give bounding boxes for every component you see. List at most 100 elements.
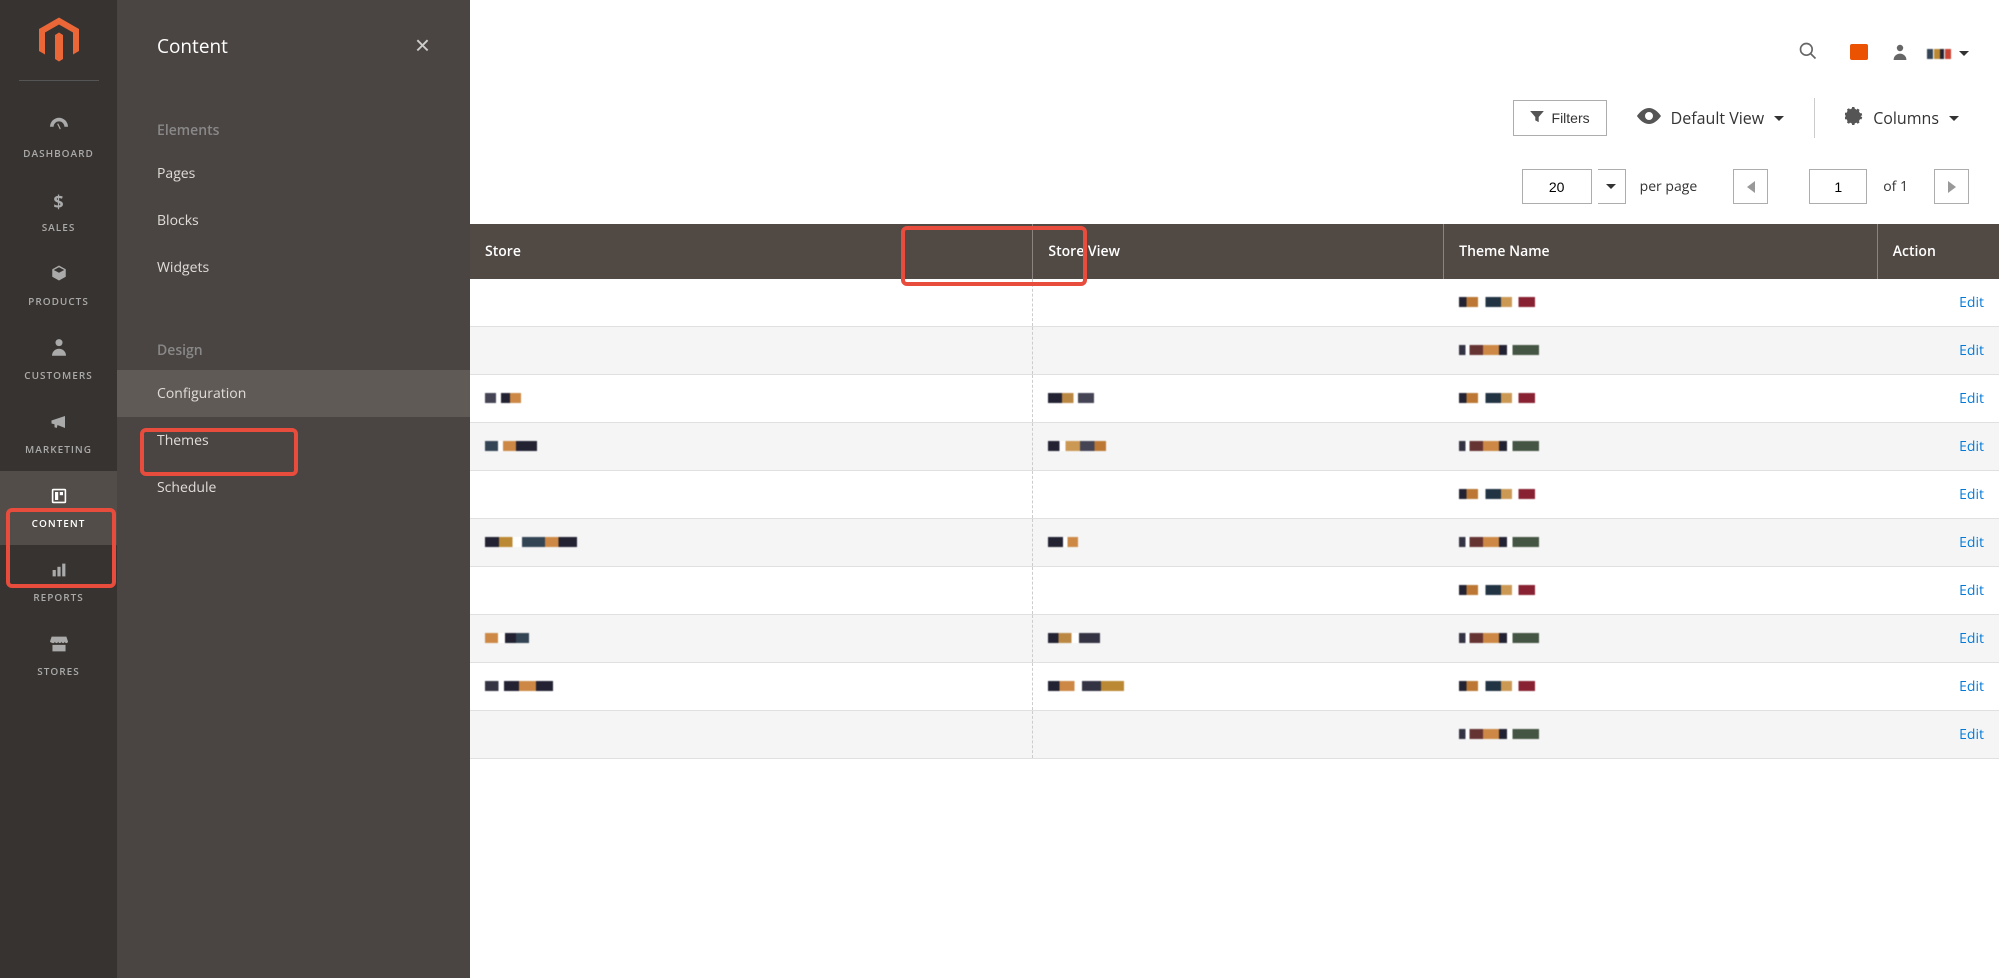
main-sidebar: DASHBOARD $ SALES PRODUCTS CUSTOMERS MAR… [0,0,117,978]
edit-link[interactable]: Edit [1959,581,1984,600]
cell-action: Edit [1877,711,1999,759]
edit-link[interactable]: Edit [1959,629,1984,648]
default-view-toggle[interactable]: Default View [1627,97,1795,139]
notification-badge[interactable] [1838,41,1873,67]
edit-link[interactable]: Edit [1959,725,1984,744]
col-action: Action [1877,224,1999,279]
cell-store [470,567,1033,615]
edit-link[interactable]: Edit [1959,485,1984,504]
cell-store [470,327,1033,375]
filters-label: Filters [1552,110,1590,126]
content-icon [51,486,67,510]
sidebar-label-marketing: MARKETING [25,442,92,456]
cell-action: Edit [1877,279,1999,327]
toolbar-separator [1814,98,1815,138]
table-row: Edit [470,471,1999,519]
sidebar-item-stores[interactable]: STORES [0,619,117,693]
reports-icon [51,560,67,584]
search-icon[interactable] [1798,40,1818,67]
edit-link[interactable]: Edit [1959,389,1984,408]
sidebar-item-content[interactable]: CONTENT [0,471,117,545]
cell-store-view [1033,519,1444,567]
submenu-link-pages[interactable]: Pages [117,150,470,197]
sidebar-item-reports[interactable]: REPORTS [0,545,117,619]
chevron-down-icon [1959,51,1969,56]
submenu-link-configuration[interactable]: Configuration [117,370,470,417]
header-tools [470,0,1999,87]
sidebar-divider [19,80,99,81]
submenu-section-elements: Elements [117,111,470,150]
submenu-link-themes[interactable]: Themes [117,417,470,464]
person-icon [52,338,66,362]
stores-icon [50,634,68,658]
col-theme-name[interactable]: Theme Name [1444,224,1878,279]
cell-action: Edit [1877,519,1999,567]
magento-logo[interactable] [34,15,84,65]
sidebar-label-stores: STORES [37,664,79,678]
cell-store [470,375,1033,423]
sidebar-item-products[interactable]: PRODUCTS [0,249,117,323]
edit-link[interactable]: Edit [1959,677,1984,696]
sidebar-item-marketing[interactable]: MARKETING [0,397,117,471]
next-page-button[interactable] [1934,169,1969,204]
table-row: Edit [470,327,1999,375]
cell-store [470,279,1033,327]
page-size-dropdown[interactable] [1598,169,1626,204]
edit-link[interactable]: Edit [1959,341,1984,360]
table-row: Edit [470,711,1999,759]
cell-theme-name [1444,327,1878,375]
cell-store-view [1033,567,1444,615]
sidebar-item-sales[interactable]: $ SALES [0,175,117,249]
close-submenu-button[interactable]: × [415,30,430,61]
table-row: Edit [470,567,1999,615]
sidebar-label-products: PRODUCTS [28,294,89,308]
table-row: Edit [470,375,1999,423]
pager: per page of 1 [470,149,1999,224]
submenu-link-blocks[interactable]: Blocks [117,197,470,244]
per-page-label: per page [1640,177,1698,196]
cell-action: Edit [1877,471,1999,519]
page-size-input[interactable] [1522,169,1592,204]
user-menu[interactable] [1927,49,1969,59]
edit-link[interactable]: Edit [1959,293,1984,312]
prev-page-button[interactable] [1733,169,1768,204]
sidebar-item-dashboard[interactable]: DASHBOARD [0,101,117,175]
cell-action: Edit [1877,423,1999,471]
filters-button[interactable]: Filters [1513,100,1607,136]
design-config-table: Store Store View Theme Name Action Edit E… [470,224,1999,759]
cell-store-view [1033,471,1444,519]
cell-theme-name [1444,615,1878,663]
table-row: Edit [470,279,1999,327]
cell-theme-name [1444,519,1878,567]
cell-store-view [1033,663,1444,711]
cell-theme-name [1444,423,1878,471]
default-view-label: Default View [1671,107,1765,129]
current-page-input[interactable] [1809,169,1867,204]
table-row: Edit [470,519,1999,567]
cell-store-view [1033,375,1444,423]
cell-store [470,519,1033,567]
col-store[interactable]: Store [470,224,1033,279]
gear-icon [1845,107,1863,130]
sidebar-item-customers[interactable]: CUSTOMERS [0,323,117,397]
submenu-link-schedule[interactable]: Schedule [117,464,470,511]
sidebar-label-content: CONTENT [32,516,86,530]
user-icon [1893,43,1907,65]
cell-store [470,711,1033,759]
cell-theme-name [1444,711,1878,759]
cell-store [470,663,1033,711]
cell-store-view [1033,423,1444,471]
submenu-link-widgets[interactable]: Widgets [117,244,470,291]
cell-theme-name [1444,279,1878,327]
funnel-icon [1530,110,1544,126]
dollar-icon: $ [53,190,63,214]
cell-action: Edit [1877,615,1999,663]
col-store-view[interactable]: Store View [1033,224,1444,279]
cell-store-view [1033,711,1444,759]
cell-store [470,471,1033,519]
edit-link[interactable]: Edit [1959,437,1984,456]
edit-link[interactable]: Edit [1959,533,1984,552]
sidebar-label-dashboard: DASHBOARD [23,146,94,160]
chevron-down-icon [1606,184,1616,189]
columns-toggle[interactable]: Columns [1835,98,1969,139]
